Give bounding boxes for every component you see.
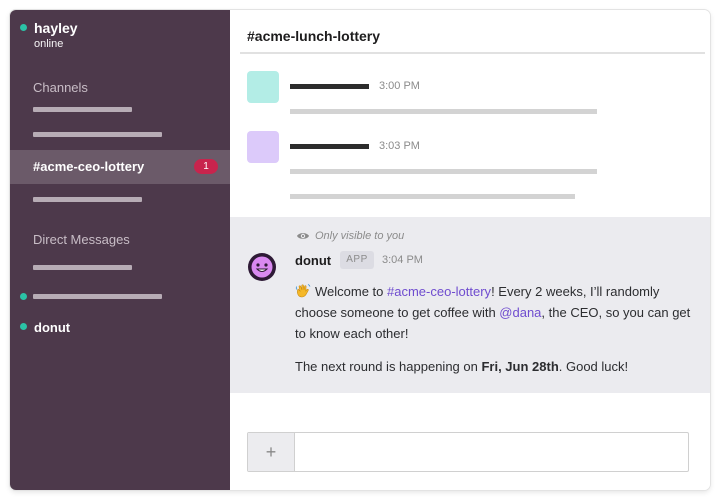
- visibility-note: Only visible to you: [315, 230, 405, 242]
- sidebar-item-dm-placeholder[interactable]: [33, 265, 132, 270]
- next-round-date: Fri, Jun 28th: [481, 359, 559, 374]
- sidebar-item-dm-placeholder[interactable]: [33, 294, 162, 299]
- message-timestamp[interactable]: 3:00 PM: [379, 80, 420, 92]
- message-paragraph-1: Welcome to #acme-ceo-lottery! Every 2 we…: [295, 281, 695, 344]
- header-divider: [240, 52, 705, 54]
- message-author[interactable]: donut: [295, 253, 331, 268]
- channel-title[interactable]: #acme-lunch-lottery: [247, 28, 380, 44]
- sidebar-item-channel-placeholder[interactable]: [33, 197, 142, 202]
- user-name[interactable]: hayley: [34, 20, 78, 36]
- unread-badge: 1: [194, 159, 218, 174]
- presence-online-indicator: [20, 293, 27, 300]
- user-mention[interactable]: @dana: [499, 305, 541, 320]
- message-text-placeholder: [290, 169, 597, 174]
- donut-avatar-icon[interactable]: [247, 252, 277, 282]
- waving-hand-icon: [295, 284, 311, 298]
- sidebar-item-channel-placeholder[interactable]: [33, 132, 162, 137]
- sidebar-item-channel-placeholder[interactable]: [33, 107, 132, 112]
- message-composer[interactable]: +: [247, 432, 689, 472]
- sidebar-item-acme-ceo-lottery[interactable]: #acme-ceo-lottery 1: [10, 150, 230, 184]
- sidebar-item-label: #acme-ceo-lottery: [33, 159, 145, 174]
- good-luck-text: . Good luck!: [558, 359, 629, 374]
- presence-online-indicator: [20, 24, 27, 31]
- channel-link[interactable]: #acme-ceo-lottery: [387, 284, 491, 299]
- app-tag: APP: [340, 251, 374, 269]
- avatar[interactable]: [247, 71, 279, 103]
- channels-header[interactable]: Channels: [33, 80, 88, 95]
- sidebar: hayley online Channels #acme-ceo-lottery…: [10, 10, 230, 490]
- plus-icon[interactable]: +: [248, 433, 295, 471]
- eye-icon: [297, 233, 309, 239]
- message-author-placeholder[interactable]: [290, 144, 369, 149]
- message-text-placeholder: [290, 194, 575, 199]
- app-window: hayley online Channels #acme-ceo-lottery…: [10, 10, 710, 490]
- message-paragraph-2: The next round is happening on Fri, Jun …: [295, 356, 695, 377]
- presence-online-indicator: [20, 323, 27, 330]
- ephemeral-message: Only visible to you donut APP 3:04 PM We…: [230, 217, 710, 393]
- message-text-placeholder: [290, 109, 597, 114]
- message-timestamp[interactable]: 3:03 PM: [379, 140, 420, 152]
- channel-view: #acme-lunch-lottery 3:00 PM 3:03 PM Only…: [230, 10, 710, 490]
- next-round-text: The next round is happening on: [295, 359, 482, 374]
- sidebar-item-donut[interactable]: donut: [34, 320, 70, 335]
- user-status: online: [34, 38, 64, 50]
- avatar[interactable]: [247, 131, 279, 163]
- direct-messages-header[interactable]: Direct Messages: [33, 232, 130, 247]
- message-timestamp[interactable]: 3:04 PM: [382, 254, 423, 266]
- message-author-placeholder[interactable]: [290, 84, 369, 89]
- welcome-text: Welcome to: [315, 284, 388, 299]
